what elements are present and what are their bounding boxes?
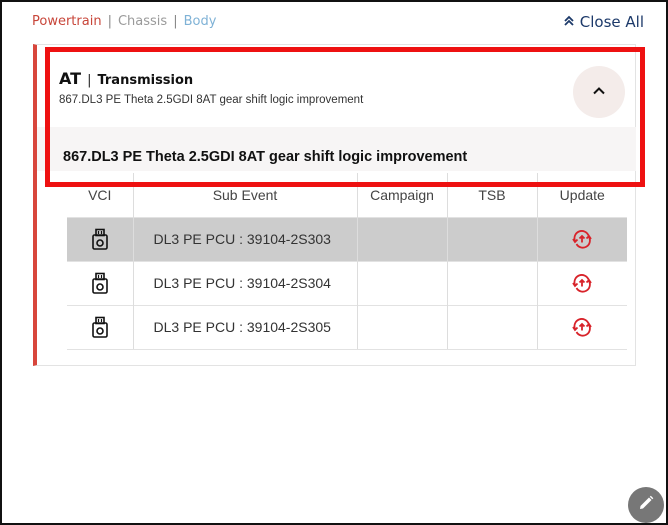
close-all-button[interactable]: Close All [563, 13, 644, 31]
sub-event-cell: DL3 PE PCU : 39104-2S303 [133, 216, 358, 261]
vci-cell [67, 216, 134, 261]
col-vci: VCI [67, 173, 134, 217]
vci-cell [67, 260, 134, 305]
vci-device-icon [90, 316, 110, 338]
cloud-update-icon[interactable] [570, 274, 594, 293]
system-code: AT [59, 69, 82, 88]
nav-separator: | [173, 14, 178, 29]
tsb-cell [447, 216, 538, 261]
title-divider: | [87, 73, 92, 88]
sub-event-cell: DL3 PE PCU : 39104-2S305 [133, 304, 358, 350]
system-name: Transmission [97, 73, 194, 88]
app-frame: Powertrain | Chassis | Body Close All AT… [0, 0, 668, 525]
col-tsb: TSB [447, 173, 538, 217]
event-title: 867.DL3 PE Theta 2.5GDI 8AT gear shift l… [63, 149, 468, 165]
event-card: AT | Transmission 867.DL3 PE Theta 2.5GD… [33, 44, 636, 366]
campaign-cell [357, 304, 448, 350]
double-chevron-up-icon [563, 13, 575, 31]
campaign-cell [357, 260, 448, 305]
event-banner: 867.DL3 PE Theta 2.5GDI 8AT gear shift l… [37, 127, 636, 171]
update-cell [537, 216, 627, 261]
collapse-button[interactable] [573, 66, 625, 118]
card-description: 867.DL3 PE Theta 2.5GDI 8AT gear shift l… [59, 94, 364, 106]
update-cell [537, 304, 627, 350]
vci-cell [67, 304, 134, 350]
vci-device-icon [90, 272, 110, 294]
col-sub-event: Sub Event [133, 173, 358, 217]
col-update: Update [537, 173, 627, 217]
nav-chassis[interactable]: Chassis [118, 14, 167, 29]
close-all-label: Close All [579, 13, 644, 31]
col-campaign: Campaign [357, 173, 448, 217]
nav-separator: | [107, 14, 112, 29]
table-row[interactable]: DL3 PE PCU : 39104-2S303 [67, 216, 627, 261]
table-row[interactable]: DL3 PE PCU : 39104-2S305 [67, 304, 627, 350]
nav-powertrain[interactable]: Powertrain [32, 14, 102, 29]
campaign-cell [357, 216, 448, 261]
card-title: AT | Transmission [59, 69, 363, 88]
table-row[interactable]: DL3 PE PCU : 39104-2S304 [67, 260, 627, 305]
tsb-cell [447, 304, 538, 350]
tsb-cell [447, 260, 538, 305]
pencil-icon [637, 494, 655, 516]
card-header: AT | Transmission 867.DL3 PE Theta 2.5GD… [59, 69, 363, 106]
sub-event-cell: DL3 PE PCU : 39104-2S304 [133, 260, 358, 305]
vci-device-icon [90, 228, 110, 250]
cloud-update-icon[interactable] [570, 230, 594, 249]
table-header-row: VCI Sub Event Campaign TSB Update [67, 173, 627, 217]
update-cell [537, 260, 627, 305]
sub-event-table: VCI Sub Event Campaign TSB Update DL3 PE… [67, 173, 627, 350]
cloud-update-icon[interactable] [570, 318, 594, 337]
category-nav: Powertrain | Chassis | Body [32, 14, 216, 29]
edit-fab-button[interactable] [628, 487, 664, 523]
nav-body[interactable]: Body [184, 14, 217, 29]
chevron-up-icon [592, 83, 606, 102]
